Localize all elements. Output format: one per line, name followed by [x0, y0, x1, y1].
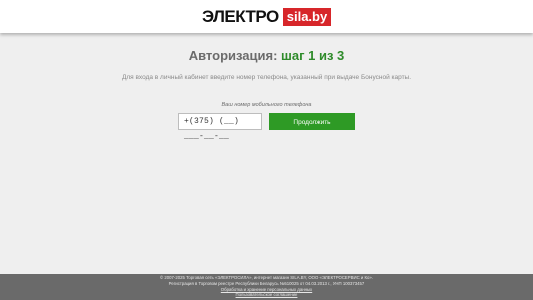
phone-field-label: Ваш номер мобильного телефона [221, 102, 312, 108]
step-indicator: шаг 1 из 3 [281, 48, 345, 63]
page-title: Авторизация: шаг 1 из 3 [0, 48, 533, 63]
auth-content: Авторизация: шаг 1 из 3 Для входа в личн… [0, 33, 533, 274]
site-logo[interactable]: ЭЛЕКТРО sila.by [202, 7, 332, 26]
title-text: Авторизация: [188, 48, 278, 63]
top-header: ЭЛЕКТРО sila.by [0, 0, 533, 33]
logo-main-text: ЭЛЕКТРО [202, 7, 279, 26]
personal-data-link[interactable]: Обработка и хранение персональных данных [221, 287, 312, 292]
page-footer: © 2007-2025 Торговая сеть «ЭЛЕКТРОСИЛА»,… [0, 274, 533, 300]
auth-instructions: Для входа в личный кабинет введите номер… [121, 74, 412, 81]
user-agreement-link[interactable]: Пользовательское соглашение [236, 292, 298, 297]
continue-button[interactable]: Продолжить [269, 113, 355, 130]
logo-site-badge: sila.by [282, 8, 332, 26]
phone-input[interactable]: +(375) (__) ___-__-__ [178, 113, 262, 141]
